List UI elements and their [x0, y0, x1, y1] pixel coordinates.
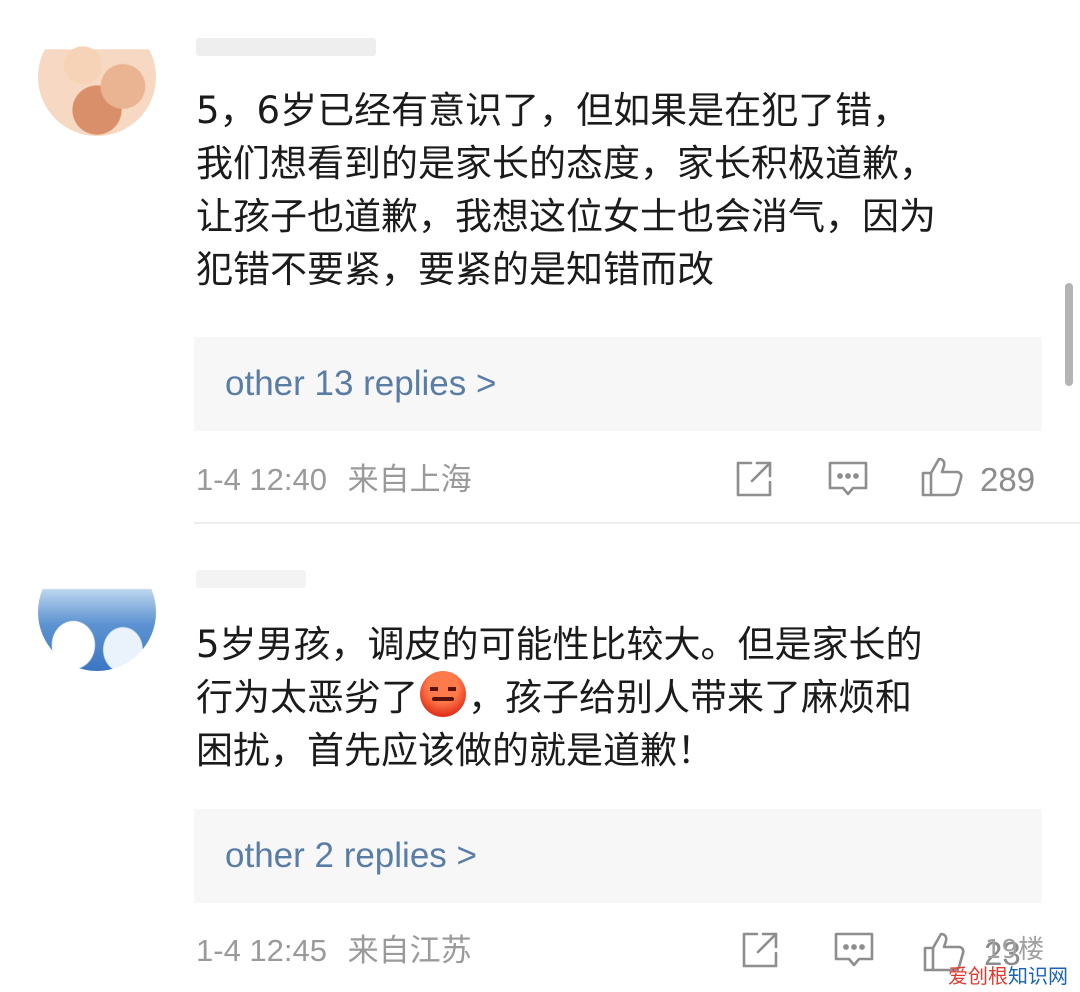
comment-icon[interactable] — [826, 457, 870, 501]
floor-number: 19楼 — [985, 935, 1045, 965]
username-blurred[interactable] — [196, 570, 306, 588]
comment-location: 来自上海 — [347, 462, 472, 497]
comment-text: 5，6岁已经有意识了，但如果是在犯了错， 我们想看到的是家长的态度，家长积极道歉… — [196, 89, 936, 291]
comment-meta: 1-4 12:45 来自江苏 — [196, 931, 472, 971]
share-icon[interactable] — [738, 928, 782, 972]
avatar[interactable] — [38, 553, 156, 671]
watermark-brand-part1: 爱创根 — [948, 964, 1008, 988]
comment-location: 来自江苏 — [347, 933, 472, 968]
comment-time: 1-4 12:45 — [196, 933, 327, 968]
comment-time: 1-4 12:40 — [196, 462, 327, 497]
comment-meta: 1-4 12:40 来自上海 — [196, 460, 472, 500]
thumbs-up-icon[interactable] — [920, 455, 964, 499]
more-replies-button[interactable]: other 13 replies > — [194, 337, 1042, 431]
more-replies-button[interactable]: other 2 replies > — [194, 809, 1042, 903]
comment-list: 5，6岁已经有意识了，但如果是在犯了错， 我们想看到的是家长的态度，家长积极道歉… — [0, 0, 1080, 992]
comment-divider — [194, 522, 1080, 524]
angry-face-emoji — [420, 671, 466, 717]
share-icon[interactable] — [732, 457, 776, 501]
comment-text: 5岁男孩，调皮的可能性比较大。但是家长的 行为太恶劣了 ，孩子给别人带来了麻烦和 … — [196, 618, 1056, 777]
scrollbar[interactable] — [1065, 283, 1073, 386]
like-count: 289 — [980, 461, 1036, 498]
site-watermark: 爱创根知识网 — [948, 962, 1068, 990]
comment-icon[interactable] — [832, 928, 876, 972]
username-blurred[interactable] — [196, 38, 376, 56]
avatar[interactable] — [38, 18, 156, 136]
watermark-brand-part2: 知识网 — [1008, 964, 1068, 988]
